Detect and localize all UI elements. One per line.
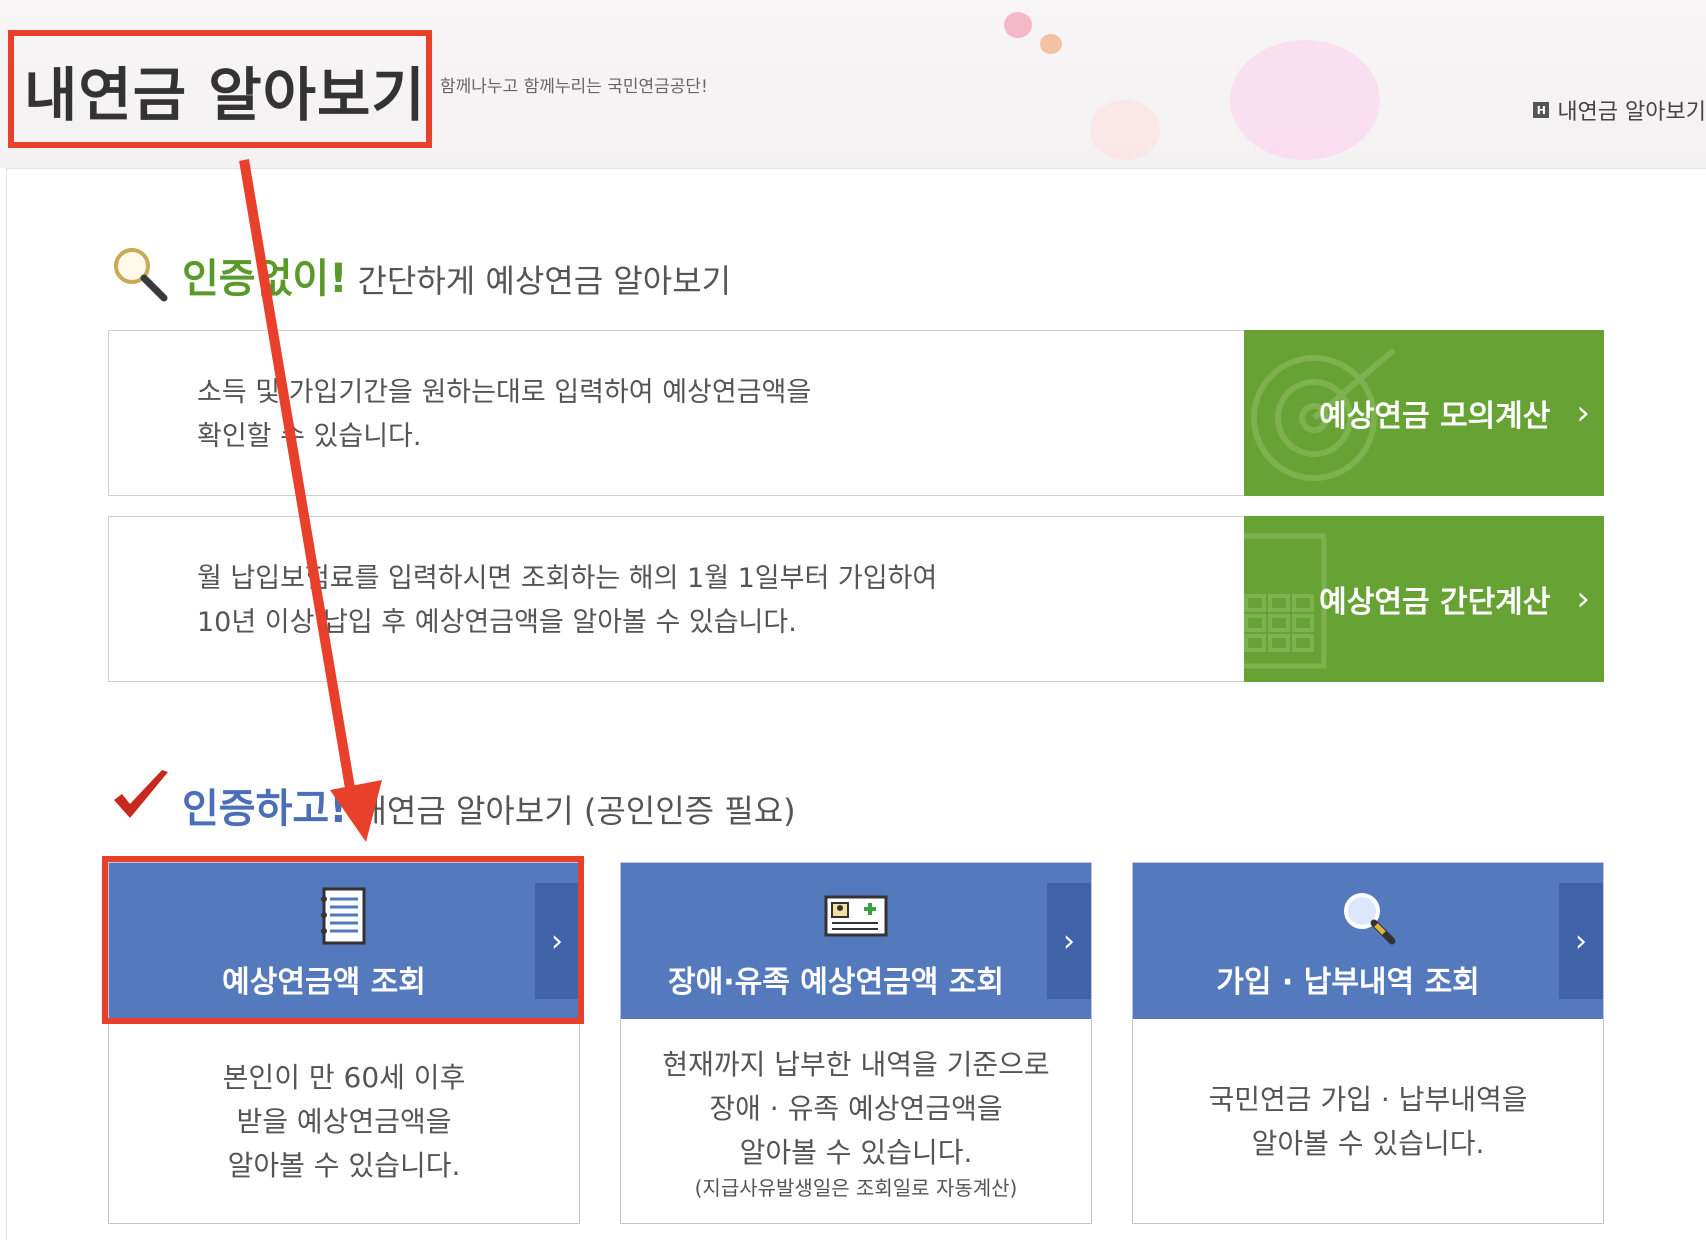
chevron-right-icon: ›	[1576, 393, 1590, 433]
row-text-line: 월 납입보험료를 입력하시면 조회하는 해의 1월 1일부터 가입하여	[197, 563, 938, 594]
mock-calculation-label: 예상연금 모의계산	[1319, 399, 1551, 434]
home-icon: H	[1533, 102, 1550, 118]
row-text-line: 확인할 수 있습니다.	[197, 421, 422, 452]
decorative-heart	[1090, 100, 1160, 160]
card-desc-line: 알아볼 수 있습니다.	[227, 1149, 461, 1182]
annotation-highlight-card	[102, 856, 584, 1024]
card-desc-line: 장애 · 유족 예상연금액을	[709, 1092, 1003, 1125]
row-text-line: 10년 이상 납입 후 예상연금액을 알아볼 수 있습니다.	[197, 607, 797, 638]
magnifier-icon	[1344, 893, 1396, 945]
disability-survivor-button[interactable]: 장애·유족 예상연금액 조회 ›	[621, 863, 1091, 1019]
decorative-heart	[1230, 40, 1380, 160]
disability-survivor-card: 장애·유족 예상연금액 조회 › 현재까지 납부한 내역을 기준으로 장애 · …	[620, 862, 1092, 1224]
section-title-cert: 인증하고! 내연금 알아보기 (공인인증 필요)	[182, 776, 796, 834]
row-description: 월 납입보험료를 입력하시면 조회하는 해의 1월 1일부터 가입하여 10년 …	[197, 557, 1197, 645]
card-desc-line: 알아볼 수 있습니다.	[739, 1136, 973, 1169]
annotation-highlight-title	[8, 30, 432, 148]
card-desc-line: 본인이 만 60세 이후	[222, 1061, 466, 1094]
section-title-rest: 내연금 알아보기 (공인인증 필요)	[357, 792, 796, 830]
chevron-right-icon: ›	[1559, 883, 1603, 999]
section-title-strong: 인증하고!	[182, 786, 348, 832]
card-desc-line: 알아볼 수 있습니다.	[1251, 1127, 1485, 1160]
card-description: 국민연금 가입 · 납부내역을 알아볼 수 있습니다.	[1133, 1019, 1603, 1225]
enrollment-payment-card: 가입 · 납부내역 조회 › 국민연금 가입 · 납부내역을 알아볼 수 있습니…	[1132, 862, 1604, 1224]
simulation-row: 소득 및 가입기간을 원하는대로 입력하여 예상연금액을 확인할 수 있습니다.…	[108, 330, 1604, 496]
chevron-right-icon: ›	[1047, 883, 1091, 999]
chevron-right-icon: ›	[1576, 579, 1590, 619]
breadcrumb-label: 내연금 알아보기	[1557, 100, 1706, 125]
simple-calc-row: 월 납입보험료를 입력하시면 조회하는 해의 1월 1일부터 가입하여 10년 …	[108, 516, 1604, 682]
simple-calculation-label: 예상연금 간단계산	[1319, 585, 1551, 620]
card-desc-line: 국민연금 가입 · 납부내역을	[1208, 1083, 1528, 1116]
breadcrumb[interactable]: H 내연금 알아보기	[1533, 94, 1706, 126]
card-desc-line: 받을 예상연금액을	[236, 1105, 452, 1138]
card-desc-line: 현재까지 납부한 내역을 기준으로	[662, 1048, 1050, 1081]
card-description: 현재까지 납부한 내역을 기준으로 장애 · 유족 예상연금액을 알아볼 수 있…	[621, 1019, 1091, 1225]
id-card-icon	[824, 895, 888, 937]
simple-calculation-button[interactable]: 예상연금 간단계산 ›	[1244, 516, 1604, 682]
row-text-line: 소득 및 가입기간을 원하는대로 입력하여 예상연금액을	[197, 377, 812, 408]
row-description: 소득 및 가입기간을 원하는대로 입력하여 예상연금액을 확인할 수 있습니다.	[197, 371, 1197, 459]
magnifier-icon	[114, 248, 168, 302]
card-note: (지급사유발생일은 조회일로 자동계산)	[694, 1176, 1018, 1200]
enrollment-payment-button[interactable]: 가입 · 납부내역 조회 ›	[1133, 863, 1603, 1019]
card-label: 장애·유족 예상연금액 조회	[668, 965, 1004, 1000]
page: 내연금 알아보기 함께나누고 함께누리는 국민연금공단! H 내연금 알아보기 …	[0, 0, 1706, 1240]
section-title-strong: 인증없이!	[182, 256, 348, 302]
card-description: 본인이 만 60세 이후 받을 예상연금액을 알아볼 수 있습니다.	[109, 1019, 579, 1225]
section-title-rest: 간단하게 예상연금 알아보기	[357, 262, 732, 300]
card-label: 가입 · 납부내역 조회	[1216, 965, 1480, 1000]
decorative-heart	[1040, 34, 1062, 54]
checkmark-icon	[114, 770, 168, 818]
page-slogan: 함께나누고 함께누리는 국민연금공단!	[440, 77, 708, 97]
decorative-heart	[1004, 12, 1032, 38]
section-title-no-cert: 인증없이! 간단하게 예상연금 알아보기	[182, 246, 731, 304]
mock-calculation-button[interactable]: 예상연금 모의계산 ›	[1244, 330, 1604, 496]
